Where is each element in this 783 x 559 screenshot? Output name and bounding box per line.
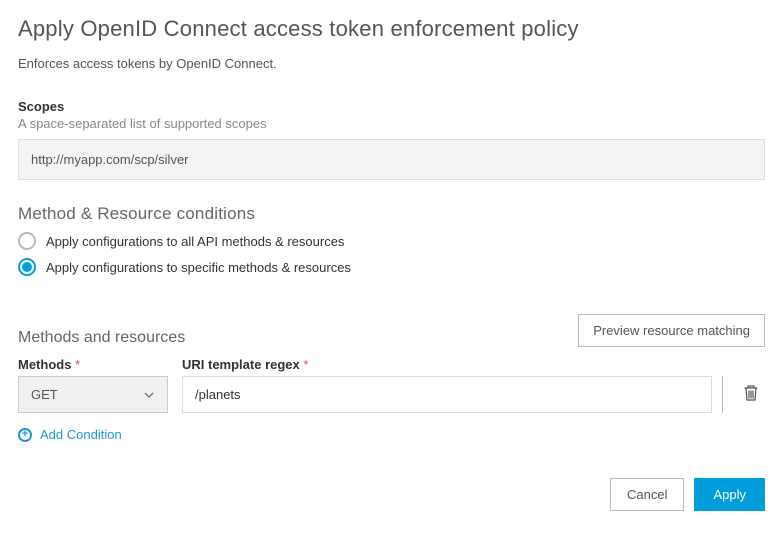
policy-description: Enforces access tokens by OpenID Connect… xyxy=(18,56,765,71)
radio-specific-methods[interactable]: Apply configurations to specific methods… xyxy=(18,258,765,276)
uri-column-label: URI template regex xyxy=(182,357,300,372)
required-marker: * xyxy=(75,357,80,372)
method-select-value: GET xyxy=(31,387,58,402)
radio-all-methods[interactable]: Apply configurations to all API methods … xyxy=(18,232,765,250)
condition-row: GET xyxy=(18,376,765,413)
methods-column-label: Methods xyxy=(18,357,71,372)
chevron-down-icon xyxy=(143,389,155,401)
apply-button[interactable]: Apply xyxy=(694,478,765,511)
uri-template-input[interactable] xyxy=(182,376,712,413)
radio-icon xyxy=(18,258,36,276)
scopes-input[interactable] xyxy=(18,139,765,180)
conditions-heading: Method & Resource conditions xyxy=(18,204,765,224)
scopes-section: Scopes A space-separated list of support… xyxy=(18,99,765,204)
radio-label: Apply configurations to all API methods … xyxy=(46,234,344,249)
footer-actions: Cancel Apply xyxy=(18,478,765,511)
methods-resources-heading: Methods and resources xyxy=(18,329,185,347)
columns-header: Methods * URI template regex * xyxy=(18,357,765,372)
radio-label: Apply configurations to specific methods… xyxy=(46,260,351,275)
method-select[interactable]: GET xyxy=(18,376,168,413)
scopes-hint: A space-separated list of supported scop… xyxy=(18,116,765,131)
page-title: Apply OpenID Connect access token enforc… xyxy=(18,16,765,42)
add-condition-button[interactable]: + Add Condition xyxy=(18,427,122,442)
radio-icon xyxy=(18,232,36,250)
plus-circle-icon: + xyxy=(18,428,32,442)
scopes-label: Scopes xyxy=(18,99,765,114)
add-condition-label: Add Condition xyxy=(40,427,122,442)
cancel-button[interactable]: Cancel xyxy=(610,478,684,511)
required-marker: * xyxy=(303,357,308,372)
delete-condition-button[interactable] xyxy=(737,376,765,413)
trash-icon xyxy=(743,384,759,405)
preview-resource-matching-button[interactable]: Preview resource matching xyxy=(578,314,765,347)
